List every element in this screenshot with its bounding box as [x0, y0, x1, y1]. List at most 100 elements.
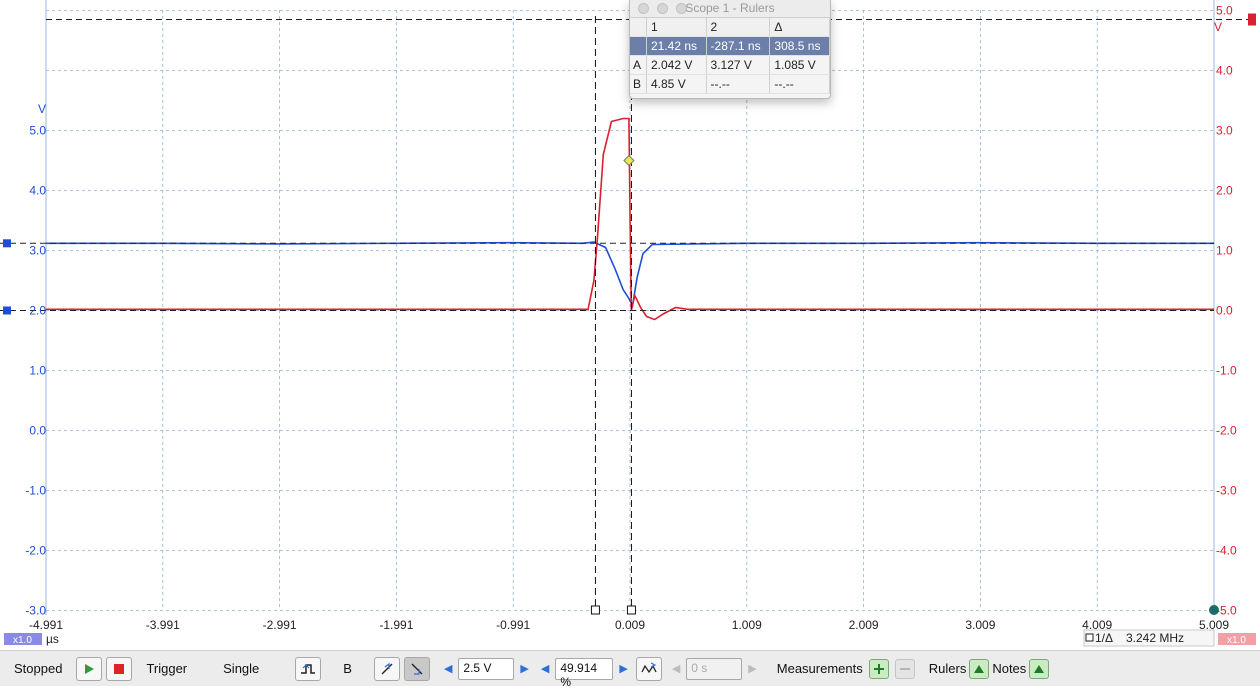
bottom-toolbar: Stopped Trigger Single B ◀ 2.5 V ▶ ◀ 49.… — [0, 650, 1260, 689]
holdoff-field[interactable]: 0 s — [686, 657, 743, 680]
channel-a-offset-handle — [3, 239, 11, 248]
edge-trigger-icon — [301, 663, 316, 674]
ruler-cursor-handle — [590, 605, 600, 615]
add-measurement-button[interactable] — [868, 658, 889, 679]
right-tick-label: -3.0 — [1216, 484, 1237, 498]
left-tick-label: 0.0 — [29, 424, 46, 438]
left-tick-label: 5.0 — [29, 124, 46, 138]
rulers-cell: 1.085 V — [769, 55, 830, 75]
x-tick-label: -0.991 — [496, 618, 530, 632]
rulers-toggle-button[interactable] — [969, 658, 990, 679]
left-tick-label: 3.0 — [29, 244, 46, 258]
rulers-cell: --.-- — [706, 74, 771, 94]
right-tick-label: -2.0 — [1216, 424, 1237, 438]
rulers-header-row: 1 2 Δ — [630, 18, 830, 37]
left-tick-label: 2.0 — [29, 304, 46, 318]
rulers-cell: 2.042 V — [646, 55, 707, 75]
x-tick-label: -4.991 — [29, 618, 63, 632]
right-tick-label: -1.0 — [1216, 364, 1237, 378]
rulers-row-label: B — [630, 74, 647, 94]
trigger-mode-single[interactable]: Single — [223, 661, 259, 676]
cursor-readout-label: 1/Δ — [1095, 631, 1113, 645]
x-tick-label: 3.009 — [965, 618, 995, 632]
holdoff-mode-button[interactable] — [635, 656, 662, 681]
right-tick-label: -5.0 — [1216, 604, 1237, 618]
right-tick-label: 1.0 — [1216, 244, 1233, 258]
rulers-row-b[interactable]: B 4.85 V --.-- --.-- — [630, 74, 830, 94]
rulers-row-label: A — [630, 55, 647, 75]
left-tick-label: 1.0 — [29, 364, 46, 378]
level-decrease-icon[interactable]: ◀ — [444, 662, 452, 675]
rulers-cell: --.-- — [769, 74, 830, 94]
trigger-position-field[interactable]: 49.914 % — [555, 657, 614, 689]
left-tick-label: -3.0 — [25, 604, 46, 618]
right-scale-badge-label: x1.0 — [1227, 635, 1246, 646]
notes-toggle-button[interactable] — [1029, 658, 1050, 679]
play-icon — [85, 663, 95, 674]
position-increase-icon[interactable]: ▶ — [619, 662, 627, 675]
right-tick-label: 4.0 — [1216, 64, 1233, 78]
left-scale-badge-label: x1.0 — [13, 635, 32, 646]
position-decrease-icon[interactable]: ◀ — [541, 662, 549, 675]
rulers-titlebar[interactable]: Scope 1 - Rulers — [630, 0, 830, 18]
triangle-up-icon — [1034, 664, 1045, 673]
x-tick-label: 1.009 — [732, 618, 762, 632]
plus-icon — [873, 663, 884, 674]
holdoff-increase-icon[interactable]: ▶ — [748, 662, 756, 675]
rulers-window[interactable]: Scope 1 - Rulers 1 2 Δ 21.42 ns -287.1 n… — [629, 0, 831, 99]
holdoff-icon — [641, 662, 657, 673]
trigger-source[interactable]: B — [343, 661, 352, 676]
falling-edge-button[interactable] — [403, 656, 430, 681]
rulers-table: 1 2 Δ 21.42 ns -287.1 ns 308.5 ns A 2.04… — [630, 18, 830, 94]
x-tick-label: -2.991 — [263, 618, 297, 632]
ruler-b-handle — [1248, 13, 1256, 26]
cursor-readout-icon — [1085, 633, 1094, 642]
stop-button[interactable] — [106, 656, 133, 681]
trigger-type-button[interactable] — [295, 656, 322, 681]
cursor-readout-value: 3.242 MHz — [1126, 631, 1184, 645]
x-axis-unit: µs — [46, 632, 59, 646]
channel-b-offset-handle — [3, 306, 11, 315]
rulers-row-a[interactable]: A 2.042 V 3.127 V 1.085 V — [630, 55, 830, 75]
right-tick-label: 3.0 — [1216, 124, 1233, 138]
trigger-label[interactable]: Trigger — [146, 661, 187, 676]
remove-measurement-button[interactable] — [894, 658, 915, 679]
stop-icon — [114, 663, 125, 674]
right-tick-label: 2.0 — [1216, 184, 1233, 198]
ruler-cursor-handle — [626, 605, 636, 615]
trigger-level-field[interactable]: 2.5 V — [458, 657, 515, 680]
level-increase-icon[interactable]: ▶ — [520, 662, 528, 675]
minus-icon — [899, 667, 910, 670]
rulers-row-label — [630, 36, 647, 56]
right-axis-unit: V — [1214, 20, 1222, 34]
left-tick-label: 4.0 — [29, 184, 46, 198]
rulers-header-cell: Δ — [769, 18, 830, 37]
triangle-up-icon — [974, 664, 985, 673]
right-tick-label: 5.0 — [1216, 4, 1233, 18]
right-tick-label: -4.0 — [1216, 544, 1237, 558]
left-tick-label: -2.0 — [25, 544, 46, 558]
left-axis-unit: V — [38, 102, 46, 116]
x-tick-label: 2.009 — [849, 618, 879, 632]
acquisition-status: Stopped — [14, 661, 63, 676]
x-tick-label: -1.991 — [379, 618, 413, 632]
rulers-header-cell — [630, 18, 647, 37]
rulers-cell: 308.5 ns — [769, 36, 830, 56]
rulers-title: Scope 1 - Rulers — [685, 1, 775, 15]
holdoff-decrease-icon[interactable]: ◀ — [672, 662, 680, 675]
measurements-label: Measurements — [776, 661, 863, 676]
right-tick-label: 0.0 — [1216, 304, 1233, 318]
x-tick-label: -3.991 — [146, 618, 180, 632]
notes-label: Notes — [992, 661, 1027, 676]
rulers-cell: -287.1 ns — [706, 36, 771, 56]
rising-edge-button[interactable] — [373, 656, 400, 681]
left-tick-label: -1.0 — [25, 484, 46, 498]
x-tick-label: 0.009 — [615, 618, 645, 632]
rising-edge-icon — [381, 662, 393, 674]
rulers-label: Rulers — [928, 661, 967, 676]
rulers-row-time[interactable]: 21.42 ns -287.1 ns 308.5 ns — [630, 36, 830, 56]
falling-edge-icon — [411, 663, 423, 675]
rulers-cell: 3.127 V — [706, 55, 771, 75]
rulers-header-cell: 2 — [706, 18, 771, 37]
run-button[interactable] — [76, 656, 103, 681]
